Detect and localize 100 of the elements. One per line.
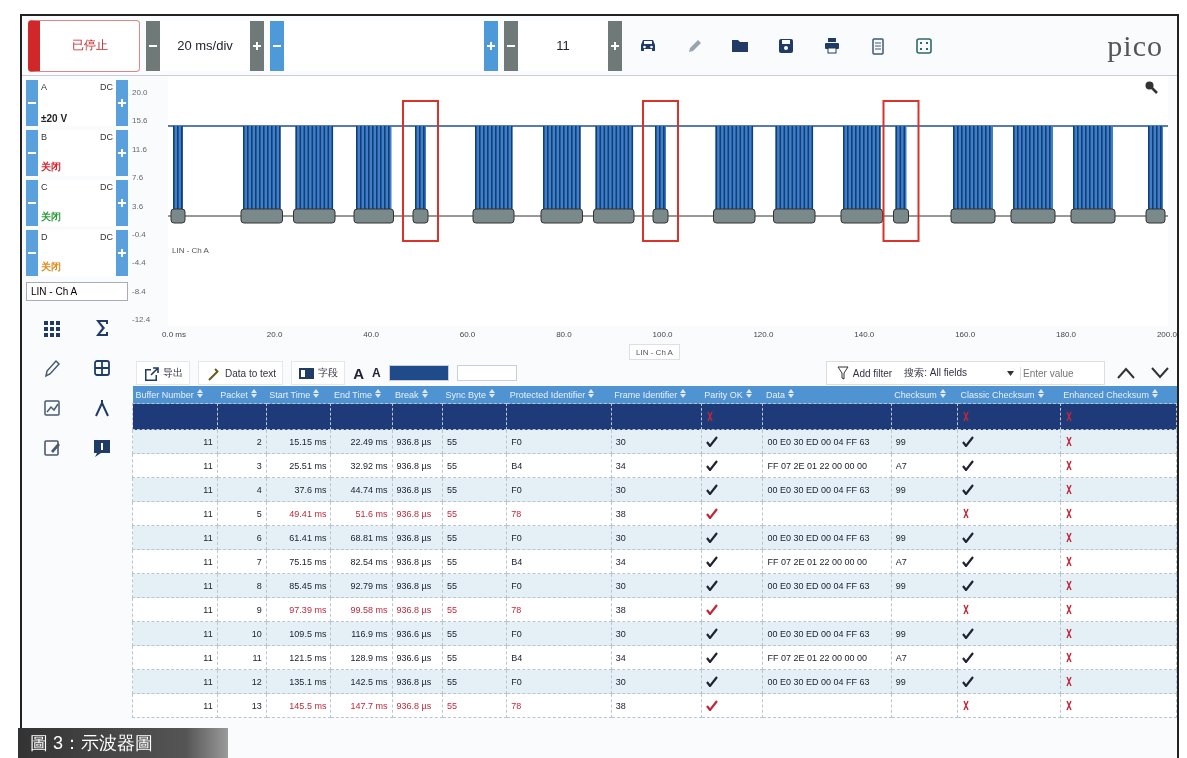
sort-icon: [1037, 389, 1044, 398]
table-row[interactable]: [132, 403, 1177, 430]
minus-icon: [28, 252, 36, 254]
plus-button[interactable]: [116, 80, 128, 126]
toggle-button[interactable]: [388, 365, 449, 381]
minus-button[interactable]: [146, 20, 160, 71]
sort-icon: [788, 389, 794, 398]
sort-icon: [489, 389, 496, 398]
table-cell: 936.8 µs: [396, 484, 432, 495]
plus-button[interactable]: [484, 20, 498, 71]
table-cell: 30: [615, 676, 626, 687]
minus-button[interactable]: [26, 180, 38, 226]
table-cell: 00 E0 30 ED 00 04 FF 63: [767, 580, 870, 591]
font-decrease-button[interactable]: A: [372, 366, 381, 380]
table-row[interactable]: 11 10 109.5 ms 116.9 ms 936.6 µs 55 F0 30 00 E0 30 ED 00 04 FF 63 99: [132, 621, 1177, 646]
table-cell: F0: [511, 484, 522, 495]
table-row[interactable]: 11 7 75.15 ms 82.54 ms 936.8 µs 55 B4 34 FF 07 2E 01 22 00 00 00 A7: [132, 549, 1177, 574]
table-cell: 99.58 ms: [350, 604, 388, 615]
channel-range: ±20 V: [41, 113, 69, 124]
decoder-selector[interactable]: LIN - Ch A: [26, 282, 128, 301]
minus-button[interactable]: [270, 20, 284, 71]
table-cell: 32.92 ms: [350, 460, 388, 471]
x-tick-label: 80.0: [556, 330, 572, 341]
table-cell: FF 07 2E 01 22 00 00 00: [767, 652, 868, 663]
font-increase-button[interactable]: A: [353, 364, 364, 382]
table-cell: 109.5 ms: [289, 628, 327, 639]
table-cell: B4: [511, 556, 523, 567]
plus-button[interactable]: [116, 180, 128, 226]
table-row[interactable]: 11 11 121.5 ms 128.9 ms 936.6 µs 55 B4 34 FF 07 2E 01 22 00 00 00 A7: [132, 645, 1177, 670]
table-row[interactable]: 11 3 25.51 ms 32.92 ms 936.8 µs 55 B4 34 FF 07 2E 01 22 00 00 00 A7: [132, 453, 1177, 478]
y-tick-label: -8.4: [132, 286, 147, 296]
table-cell: 55: [447, 700, 458, 711]
sort-icon: [250, 389, 257, 398]
table-cell: 55: [447, 676, 458, 687]
plus-button[interactable]: [116, 230, 128, 276]
table-row[interactable]: 11 12 135.1 ms 142.5 ms 936.8 µs 55 F0 30 00 E0 30 ED 00 04 FF 63 99: [132, 669, 1177, 694]
table-cell: 11: [203, 460, 213, 471]
table-row[interactable]: 11 4 37.6 ms 44.74 ms 936.8 µs 55 F0 30 00 E0 30 ED 00 04 FF 63 99: [132, 477, 1177, 502]
table-cell: 128.9 ms: [350, 652, 388, 663]
field-value: 20 ms/div: [177, 38, 233, 53]
y-tick-label: -12.4: [132, 315, 152, 324]
toolbar-button[interactable]: Data to text: [198, 361, 284, 385]
chevron-down-icon: [1151, 367, 1169, 379]
table-cell: 78: [511, 700, 522, 711]
minus-button[interactable]: [26, 230, 38, 276]
y-tick-label: 7.6: [132, 173, 145, 183]
plus-button[interactable]: [116, 130, 128, 176]
table-row[interactable]: 11 5 49.41 ms 51.6 ms 936.8 µs 55 78 38: [132, 501, 1177, 526]
table-row[interactable]: 11 8 85.45 ms 92.79 ms 936.8 µs 55 F0 30 00 E0 30 ED 00 04 FF 63 99: [132, 573, 1177, 598]
table-cell: 936.8 µs: [396, 508, 432, 519]
field-value: 11: [556, 38, 570, 53]
x-tick-label: 160.0: [955, 330, 976, 341]
table-row[interactable]: 11 2 15.15 ms 22.49 ms 936.8 µs 55 F0 30 00 E0 30 ED 00 04 FF 63 99: [132, 429, 1177, 454]
pico-logo: pico: [1107, 28, 1164, 63]
table-row[interactable]: 11 9 97.39 ms 99.58 ms 936.8 µs 55 78 38: [132, 597, 1177, 622]
y-tick-label: 3.6: [132, 201, 145, 211]
table-cell: B4: [511, 652, 523, 663]
table-cell: 936.8 µs: [396, 436, 432, 447]
plus-button[interactable]: [608, 20, 622, 71]
minus-icon: [28, 202, 36, 204]
sort-icon: [588, 389, 595, 398]
x-tick-label: 100.0: [652, 330, 673, 341]
minus-button[interactable]: [26, 130, 38, 176]
sort-icon: [745, 389, 752, 398]
figure-caption: 圖 3：示波器圖: [18, 728, 228, 758]
toggle-button[interactable]: [456, 365, 517, 381]
run-stop-button[interactable]: 已停止: [28, 19, 140, 72]
search-scope-dropdown[interactable]: 搜索: All fields: [904, 366, 1014, 380]
y-tick-label: -4.4: [132, 258, 147, 268]
table-cell: A7: [895, 460, 907, 471]
table-cell: 15.15 ms: [289, 436, 327, 447]
plus-icon: [487, 41, 495, 50]
table-cell: 9: [256, 604, 262, 615]
toolbar-button[interactable]: 字段: [291, 361, 346, 385]
sort-icon: [421, 389, 428, 398]
table-cell: F0: [511, 532, 522, 543]
minus-icon: [273, 44, 281, 47]
printer-icon: [822, 35, 842, 56]
table-cell: 936.8 µs: [396, 700, 432, 711]
table-cell: 55: [447, 436, 458, 447]
plus-button[interactable]: [250, 20, 264, 71]
channel-range: 关闭: [41, 160, 62, 174]
trace-label: LIN - Ch A: [172, 246, 209, 255]
table-cell: 55: [447, 604, 458, 615]
sort-icon: [196, 389, 203, 398]
table-cell: 11: [203, 532, 213, 543]
table-cell: 135.1 ms: [289, 676, 327, 687]
table-cell: 116.9 ms: [351, 628, 388, 639]
axis-selector[interactable]: LIN - Ch A: [629, 344, 680, 360]
channel-name: D: [41, 232, 48, 242]
table-row[interactable]: 11 13 145.5 ms 147.7 ms 936.8 µs 55 78 38: [132, 693, 1177, 718]
table-cell: 11: [203, 508, 213, 519]
minus-icon: [28, 152, 36, 154]
table-cell: 55: [447, 652, 458, 663]
table-row[interactable]: 11 6 61.41 ms 68.81 ms 936.8 µs 55 F0 30 00 E0 30 ED 00 04 FF 63 99: [132, 525, 1177, 550]
minus-button[interactable]: [504, 20, 518, 71]
toolbar-button[interactable]: 导出: [136, 361, 190, 385]
plus-icon: [118, 199, 126, 207]
minus-button[interactable]: [26, 80, 38, 126]
zoom-button[interactable]: [1144, 80, 1158, 94]
